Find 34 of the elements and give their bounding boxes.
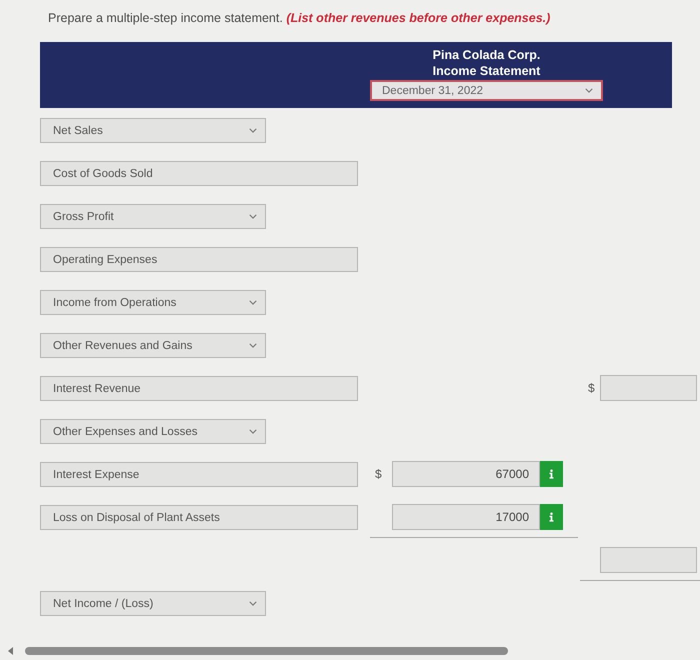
chevron-down-icon [249, 214, 257, 219]
chevron-down-icon [249, 429, 257, 434]
amount-field[interactable]: 67000 [392, 461, 540, 487]
line-item-field[interactable]: Loss on Disposal of Plant Assets [40, 505, 358, 530]
chevron-down-icon [249, 601, 257, 606]
line-item-field[interactable]: Operating Expenses [40, 247, 358, 272]
info-icon [549, 469, 554, 479]
line-item-field[interactable]: Interest Expense [40, 462, 358, 487]
amount-field[interactable] [600, 375, 697, 401]
dollar-sign: $ [375, 467, 383, 481]
chevron-down-icon [585, 88, 593, 93]
info-button[interactable] [540, 504, 563, 530]
line-item-dropdown[interactable]: Net Sales [40, 118, 266, 143]
amount-field[interactable] [600, 547, 697, 573]
line-item-field[interactable]: Cost of Goods Sold [40, 161, 358, 186]
line-item-field[interactable]: Interest Revenue [40, 376, 358, 401]
statement-title: Income Statement [432, 63, 540, 79]
line-item-dropdown[interactable]: Other Expenses and Losses [40, 419, 266, 444]
dollar-sign: $ [588, 381, 596, 395]
chevron-down-icon [249, 128, 257, 133]
line-item-dropdown[interactable]: Net Income / (Loss) [40, 591, 266, 616]
info-button[interactable] [540, 461, 563, 487]
scrollbar-thumb[interactable] [25, 647, 508, 655]
chevron-down-icon [249, 343, 257, 348]
line-item-dropdown[interactable]: Gross Profit [40, 204, 266, 229]
chevron-down-icon [249, 300, 257, 305]
amount-field[interactable]: 17000 [392, 504, 540, 530]
info-icon [549, 512, 554, 522]
scroll-left-arrow-icon [8, 647, 13, 655]
company-name: Pina Colada Corp. [432, 47, 540, 63]
line-item-dropdown[interactable]: Income from Operations [40, 290, 266, 315]
date-dropdown[interactable]: December 31, 2022 [370, 80, 603, 101]
instruction-text: Prepare a multiple-step income statement. (List other revenues before other expenses.) [48, 11, 550, 26]
line-item-dropdown[interactable]: Other Revenues and Gains [40, 333, 266, 358]
